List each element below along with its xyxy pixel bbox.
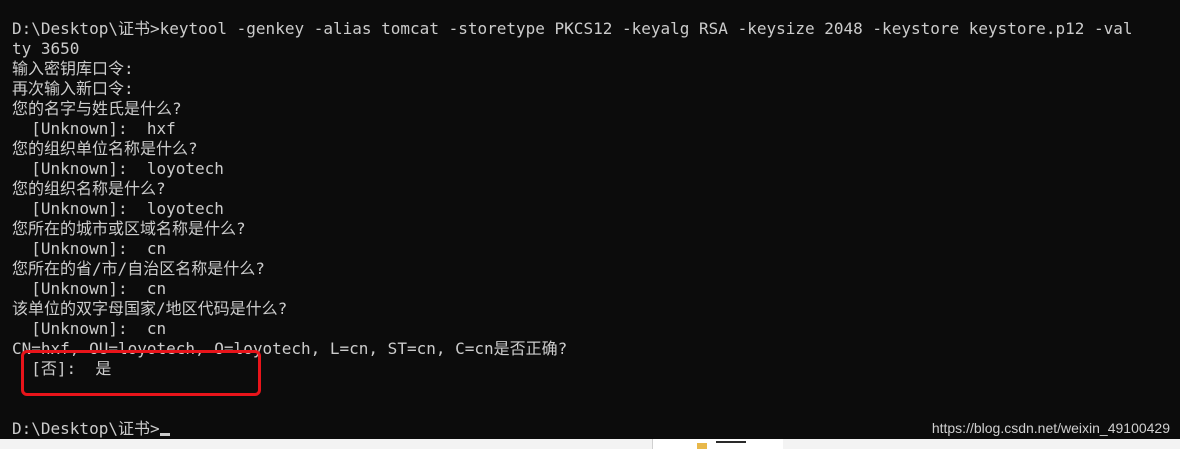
prompt: D:\Desktop\证书> — [12, 419, 160, 438]
answer-country-code: [Unknown]: cn — [12, 319, 167, 338]
question-country-code: 该单位的双字母国家/地区代码是什么? — [12, 299, 288, 318]
answer-org: [Unknown]: loyotech — [12, 199, 224, 218]
console-window[interactable]: D:\Desktop\证书>keytool -genkey -alias tom… — [0, 0, 1180, 439]
question-org: 您的组织名称是什么? — [12, 179, 166, 198]
question-province: 您所在的省/市/自治区名称是什么? — [12, 259, 265, 278]
answer-city: [Unknown]: cn — [12, 239, 167, 258]
question-name: 您的名字与姓氏是什么? — [12, 99, 182, 118]
folder-icon — [697, 443, 707, 449]
watermark: https://blog.csdn.net/weixin_49100429 — [931, 420, 1170, 436]
prompt-reenter-password: 再次输入新口令: — [12, 79, 134, 98]
question-org-unit: 您的组织单位名称是什么? — [12, 139, 198, 158]
command-line-wrap: ty 3650 — [12, 39, 80, 58]
background-desktop — [0, 439, 1180, 449]
text-cursor — [159, 433, 170, 436]
input-line[interactable]: D:\Desktop\证书> — [12, 419, 170, 439]
answer-org-unit: [Unknown]: loyotech — [12, 159, 224, 178]
background-item-label — [716, 441, 746, 451]
answer-province: [Unknown]: cn — [12, 279, 167, 298]
question-city: 您所在的城市或区域名称是什么? — [12, 219, 246, 238]
prompt-keystore-password: 输入密钥库口令: — [12, 59, 134, 78]
answer-name: [Unknown]: hxf — [12, 119, 176, 138]
highlight-box — [21, 350, 261, 396]
command-line: D:\Desktop\证书>keytool -genkey -alias tom… — [12, 19, 1133, 38]
